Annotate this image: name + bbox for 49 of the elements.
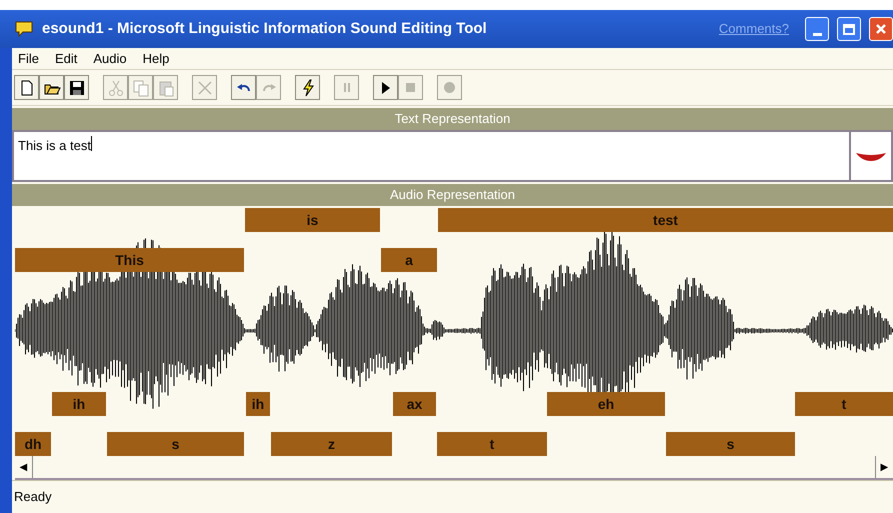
phoneme-label[interactable]: ih [52,392,106,416]
phoneme-label[interactable]: s [107,432,244,456]
status-text: Ready [14,488,52,506]
panel-header: Text Representation [12,108,893,130]
cross-icon [196,78,214,96]
play-button[interactable] [373,75,398,100]
phoneme-label[interactable]: ih [246,392,270,416]
menu-item[interactable]: Edit [54,48,78,68]
phoneme-label[interactable]: t [795,392,893,416]
word-label[interactable]: is [245,208,380,232]
pause-icon [344,83,350,92]
word-label[interactable]: test [438,208,893,232]
panel-header: Audio Representation [12,184,893,206]
record-icon [444,82,455,93]
word-label[interactable]: This [15,248,244,272]
new-button[interactable] [14,75,39,100]
phoneme-label[interactable]: eh [547,392,665,416]
clipboard-icon [156,78,174,96]
save-button[interactable] [64,75,89,100]
phoneme-label[interactable]: t [437,432,547,456]
close-button[interactable] [869,17,893,41]
phoneme-label[interactable]: dh [15,432,51,456]
scroll-left-button[interactable]: ◀ [15,456,33,478]
maximize-button[interactable] [837,17,861,41]
menu-item[interactable]: Help [142,48,170,68]
minimize-button[interactable] [805,17,829,41]
close-icon [875,23,887,35]
play-icon [382,82,390,94]
horizontal-scrollbar[interactable]: ◀ ▶ [15,456,893,480]
scissors-icon [106,78,124,96]
undo-button[interactable] [231,75,256,100]
word-label[interactable]: a [381,248,437,272]
phoneme-label[interactable]: ax [393,392,436,416]
speech-bubble-icon [14,20,34,38]
lightning-button[interactable] [295,75,320,100]
open-button[interactable] [39,75,64,100]
lips-icon [855,150,887,162]
undo-arrow-icon [236,84,250,92]
scroll-right-button[interactable]: ▶ [875,456,893,478]
comments-link[interactable]: Comments? [718,19,789,39]
text-input-field[interactable]: This is a test [12,130,849,182]
window-title: esound1 - Microsoft Linguistic Information Sound Editing Tool [42,18,487,39]
stop-icon [406,83,415,92]
phoneme-label[interactable]: s [666,432,795,456]
phoneme-label[interactable]: z [271,432,392,456]
menu-item[interactable]: File [18,48,39,68]
copy-icon [132,78,150,96]
redo-arrow-icon [262,84,276,92]
menu-item[interactable]: Audio [93,48,127,68]
